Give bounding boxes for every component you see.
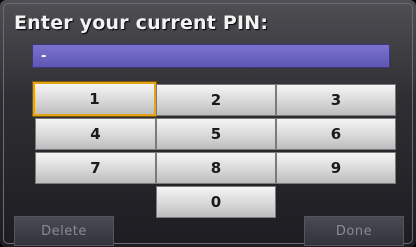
done-button[interactable]: Done [304,216,404,246]
delete-button[interactable]: Delete [14,216,114,246]
key-3[interactable]: 3 [276,84,396,116]
key-0[interactable]: 0 [156,186,276,218]
key-5[interactable]: 5 [156,118,276,150]
key-7[interactable]: 7 [35,152,156,184]
pin-entry-screen: Enter your current PIN: - 1 2 3 4 5 6 7 … [0,0,416,247]
key-2[interactable]: 2 [156,84,276,116]
key-9[interactable]: 9 [276,152,396,184]
pin-entry-value: - [41,49,47,64]
key-6[interactable]: 6 [276,118,396,150]
key-4[interactable]: 4 [35,118,156,150]
key-8[interactable]: 8 [156,152,276,184]
key-1[interactable]: 1 [33,82,156,116]
pin-prompt: Enter your current PIN: [14,12,269,34]
pin-input-field[interactable]: - [32,44,390,68]
